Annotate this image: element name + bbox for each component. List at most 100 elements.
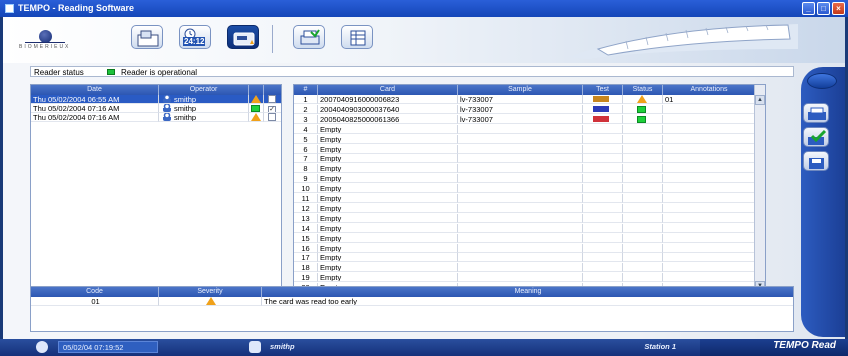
cards-scrollbar[interactable]: ▲ ▼ [754,85,765,291]
session-checkbox-cell [264,113,281,122]
card-number: 11 [294,194,318,203]
sessions-header: Date Operator [31,85,281,95]
card-row[interactable]: 16 Empty [294,243,756,253]
card-row[interactable]: 17 Empty [294,253,756,263]
annotation-row[interactable]: 01 The card was read too early [31,297,793,306]
session-row[interactable]: Thu 05/02/2004 06:55 AM smithp [31,95,281,104]
card-status [623,184,663,194]
print-button[interactable] [293,25,325,49]
card-row[interactable]: 7 Empty [294,154,756,164]
session-operator-name: smithp [174,104,197,113]
card-sample [458,203,583,213]
column-annotations[interactable]: Annotations [663,85,756,95]
card-id: Empty [318,253,458,263]
session-row[interactable]: Thu 05/02/2004 07:16 AM smithp ✓ [31,104,281,113]
column-meaning[interactable]: Meaning [262,287,793,297]
card-status [623,95,663,104]
card-id: Empty [318,203,458,213]
user-icon [163,113,171,121]
card-status [623,223,663,233]
sidenav-home-button[interactable] [807,73,837,89]
card-row[interactable]: 13 Empty [294,213,756,223]
card-row[interactable]: 19 Empty [294,273,756,283]
card-row[interactable]: 1 2007040916000006823 lv-733007 01 [294,95,756,104]
card-sample [458,233,583,243]
card-id: Empty [318,273,458,283]
card-row[interactable]: 8 Empty [294,164,756,174]
card-row[interactable]: 9 Empty [294,174,756,184]
card-test [583,213,623,223]
open-card-button[interactable] [131,25,163,49]
table-icon [350,30,366,46]
card-test [583,233,623,243]
session-operator: smithp [159,113,249,122]
card-annotation [663,134,756,144]
card-sample [458,263,583,273]
column-test[interactable]: Test [583,85,623,95]
column-operator[interactable]: Operator [159,85,249,95]
column-card[interactable]: Card [318,85,458,95]
card-test [583,114,623,124]
card-test [583,134,623,144]
card-status [623,164,663,174]
card-row[interactable]: 11 Empty [294,194,756,203]
card-annotation [663,243,756,253]
card-id: Empty [318,184,458,194]
card-id: Empty [318,263,458,273]
close-button[interactable]: × [832,2,845,15]
card-sample [458,223,583,233]
reader-status-bar: Reader status Reader is operational [30,66,794,77]
sessions-table: Date Operator Thu 05/02/2004 06:55 AM smi… [30,84,282,292]
sidenav-export-button[interactable] [803,151,829,171]
session-checkbox[interactable]: ✓ [268,106,276,112]
card-test [583,95,623,104]
card-row[interactable]: 15 Empty [294,233,756,243]
card-number: 16 [294,243,318,253]
session-checkbox-cell: ✓ [264,104,281,113]
card-number: 5 [294,134,318,144]
card-row[interactable]: 3 2005040825000061366 lv-733007 [294,114,756,124]
session-checkbox[interactable] [268,113,276,121]
results-button[interactable] [341,25,373,49]
maximize-button[interactable]: □ [817,2,830,15]
sidenav-validate-button[interactable] [803,127,829,147]
column-status[interactable] [249,85,264,95]
column-checked[interactable] [264,85,281,95]
column-status[interactable]: Status [623,85,663,95]
card-row[interactable]: 2 2004040903000037640 lv-733007 [294,104,756,114]
card-id: 2004040903000037640 [318,104,458,114]
reader-button[interactable] [227,25,259,49]
card-annotation [663,263,756,273]
card-sample [458,194,583,203]
scroll-up-icon[interactable]: ▲ [755,95,765,105]
session-checkbox[interactable] [268,95,276,103]
card-row[interactable]: 6 Empty [294,144,756,154]
card-status [623,124,663,134]
sidenav-print-button[interactable] [803,103,829,123]
session-row[interactable]: Thu 05/02/2004 07:16 AM smithp [31,113,281,122]
column-code[interactable]: Code [31,287,159,297]
column-date[interactable]: Date [31,85,159,95]
card-row[interactable]: 10 Empty [294,184,756,194]
card-row[interactable]: 5 Empty [294,134,756,144]
reader-status-led [107,69,115,75]
minimize-button[interactable]: _ [802,2,815,15]
cards-header: # Card Sample Test Status Annotations [294,85,756,95]
card-sample [458,184,583,194]
clock-button[interactable]: 24:12 [179,25,211,49]
card-row[interactable]: 18 Empty [294,263,756,273]
header: BIOMERIEUX 24:12 [3,17,845,63]
card-number: 17 [294,253,318,263]
column-severity[interactable]: Severity [159,287,262,297]
card-status [623,174,663,184]
card-status [623,213,663,223]
card-row[interactable]: 12 Empty [294,203,756,213]
card-id: 2007040916000006823 [318,95,458,104]
card-id: Empty [318,134,458,144]
cards-table: # Card Sample Test Status Annotations 12… [293,84,766,292]
card-row[interactable]: 4 Empty [294,124,756,134]
card-row[interactable]: 14 Empty [294,223,756,233]
column-number[interactable]: # [294,85,318,95]
card-number: 6 [294,144,318,154]
column-sample[interactable]: Sample [458,85,583,95]
